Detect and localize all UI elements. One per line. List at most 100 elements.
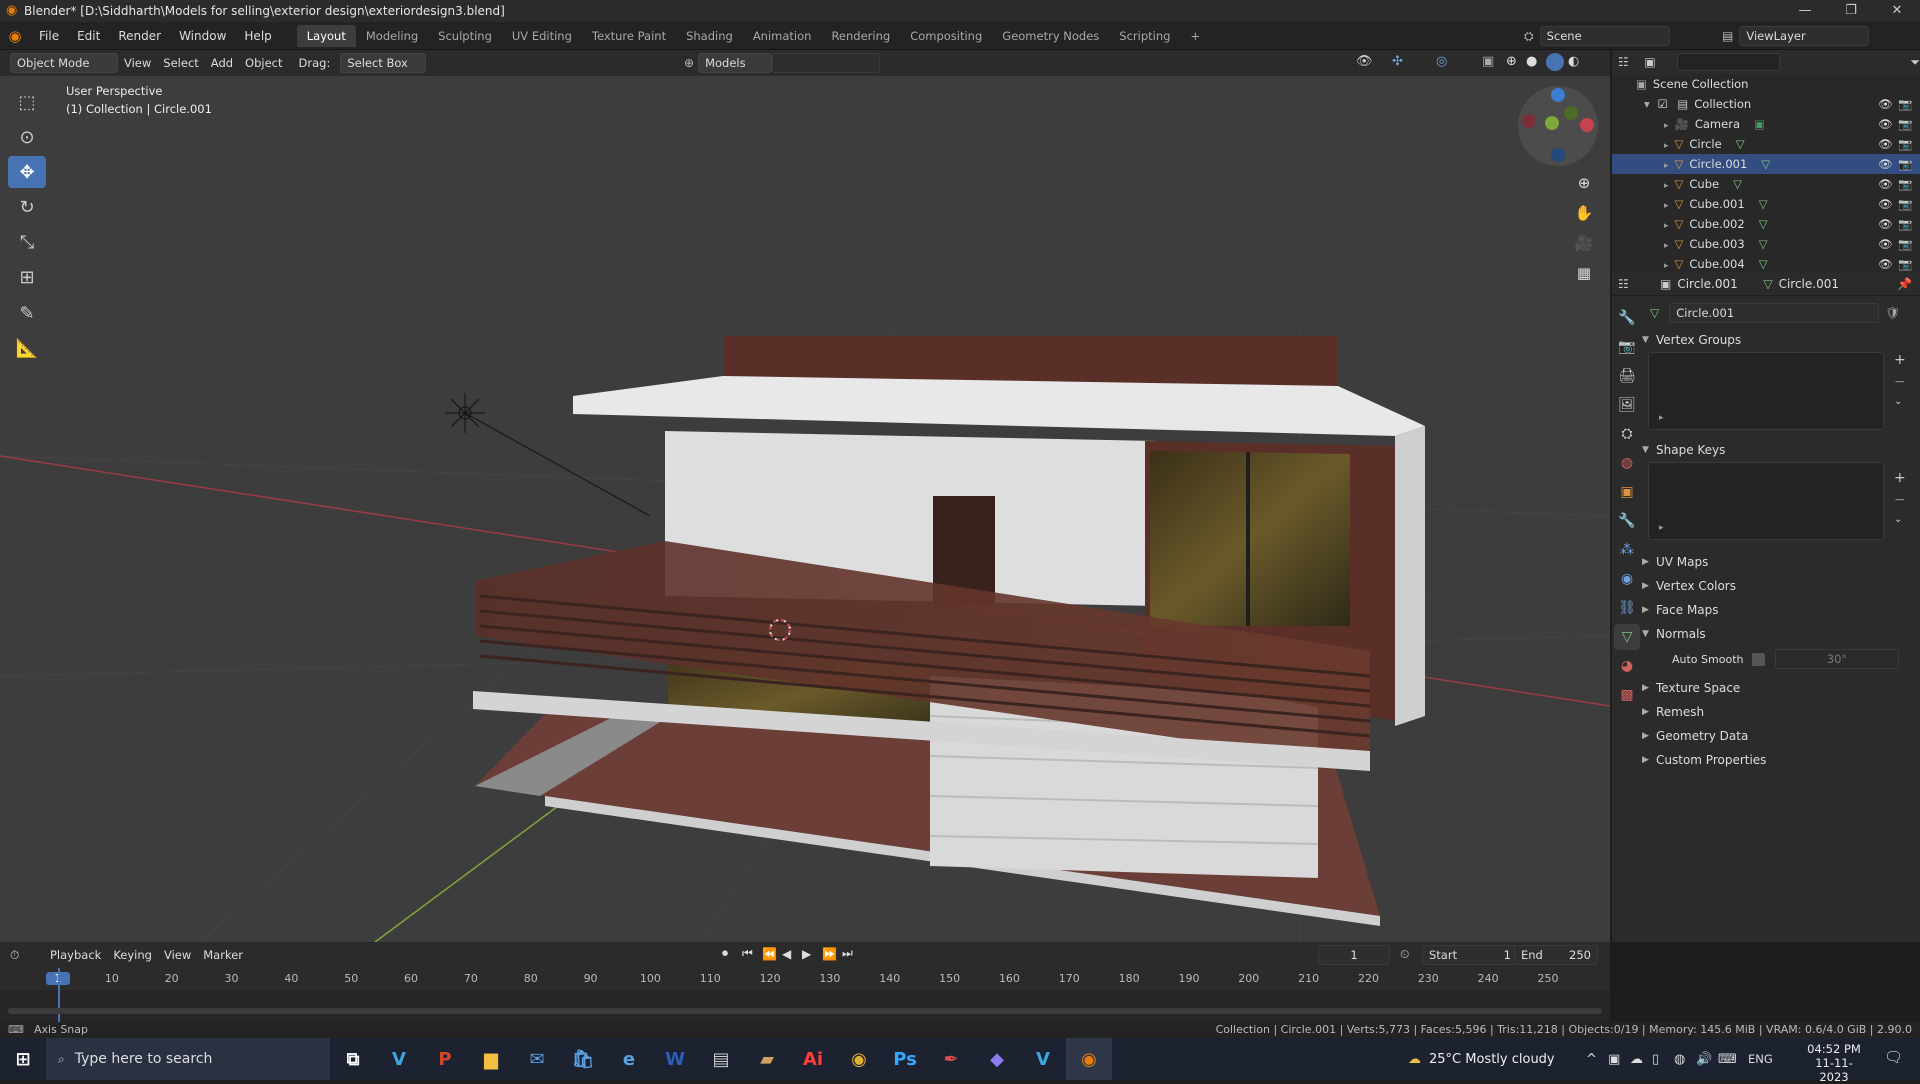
pin-icon[interactable]: 📌 xyxy=(1897,277,1912,291)
menu-edit[interactable]: Edit xyxy=(68,22,109,50)
network-icon[interactable]: ◍ xyxy=(1674,1052,1696,1067)
vertex-groups-list[interactable]: ▸ xyxy=(1648,352,1884,430)
timeline-editor-icon[interactable]: ⏱ xyxy=(10,948,44,963)
gizmo-neg-y-icon[interactable] xyxy=(1564,106,1578,120)
scene-field[interactable]: Scene xyxy=(1539,26,1670,46)
gizmo-neg-x-icon[interactable] xyxy=(1522,114,1536,128)
mesh-data-icon[interactable]: ▽ xyxy=(1733,177,1742,191)
outliner-item-camera[interactable]: ▸ 🎥 Camera ▣ 👁 📷 xyxy=(1612,114,1920,134)
close-button[interactable]: ✕ xyxy=(1874,0,1920,22)
marker-menu[interactable]: Marker xyxy=(197,945,249,965)
record-icon[interactable]: ⏺ xyxy=(722,946,742,961)
zoom-icon[interactable]: ⊕ xyxy=(1569,168,1599,198)
collection-row[interactable]: ▾ ☑ ▤ Collection 👁 📷 xyxy=(1612,94,1920,114)
pan-hand-icon[interactable]: ✋ xyxy=(1569,198,1599,228)
add-vertex-group-button[interactable]: + xyxy=(1894,352,1906,368)
windows-start-icon[interactable]: ⊞ xyxy=(0,1038,46,1080)
filter-icon[interactable]: ⏷ xyxy=(1910,55,1920,70)
expand-arrow-icon[interactable]: ▸ xyxy=(1664,261,1669,271)
eye-icon[interactable]: 👁 xyxy=(1878,194,1893,214)
list-expand-icon[interactable]: ▸ xyxy=(1659,413,1664,423)
section-texture-space[interactable]: ▶ Texture Space xyxy=(1612,676,1920,700)
render-camera-icon[interactable]: 📷 xyxy=(1898,134,1912,154)
render-camera-icon[interactable]: 📷 xyxy=(1898,254,1912,274)
tab-geometry-nodes[interactable]: Geometry Nodes xyxy=(992,25,1109,47)
gizmo-x-icon[interactable] xyxy=(1580,118,1594,132)
expand-arrow-icon[interactable]: ▸ xyxy=(1664,161,1669,171)
shape-key-menu-icon[interactable]: ⌄ xyxy=(1894,514,1902,525)
menu-render[interactable]: Render xyxy=(109,22,170,50)
onedrive-icon[interactable]: ☁ xyxy=(1630,1052,1652,1067)
scene-selector[interactable]: ⛭ Scene xyxy=(1524,26,1670,46)
tab-scripting[interactable]: Scripting xyxy=(1109,25,1180,47)
auto-smooth-checkbox[interactable] xyxy=(1752,652,1765,666)
viewlayer-selector[interactable]: ▤ ViewLayer xyxy=(1722,26,1870,46)
menu-object[interactable]: Object xyxy=(239,53,288,73)
expand-arrow-icon[interactable]: ▸ xyxy=(1664,141,1669,151)
cursor-tool-icon[interactable]: ⊙ xyxy=(8,121,46,153)
expand-arrow-icon[interactable]: ▸ xyxy=(1664,181,1669,191)
mesh-name-field[interactable]: Circle.001 xyxy=(1669,303,1880,323)
preview-range-icon[interactable]: ⏲ xyxy=(1400,947,1409,962)
tab-animation[interactable]: Animation xyxy=(743,25,822,47)
annotate-tool-icon[interactable]: ✎ xyxy=(8,297,46,329)
menu-window[interactable]: Window xyxy=(170,22,235,50)
models-selector[interactable]: ⊕ Models xyxy=(684,53,773,73)
vscode-icon-2[interactable]: V xyxy=(1020,1038,1066,1080)
render-camera-icon[interactable]: 📷 xyxy=(1898,114,1912,134)
vertex-group-menu-icon[interactable]: ⌄ xyxy=(1894,396,1902,407)
menu-view[interactable]: View xyxy=(118,53,157,73)
outliner-search-input[interactable] xyxy=(1676,53,1781,71)
viewlayer-field[interactable]: ViewLayer xyxy=(1739,26,1870,46)
vscode-icon[interactable]: V xyxy=(376,1038,422,1080)
powerpoint-icon[interactable]: P xyxy=(422,1038,468,1080)
end-frame-field[interactable]: End 250 xyxy=(1514,945,1598,965)
notifications-icon[interactable]: 🗨 xyxy=(1884,1048,1903,1066)
rotate-tool-icon[interactable]: ↻ xyxy=(8,191,46,223)
play-icon[interactable]: ▶ xyxy=(802,947,822,961)
edge-icon[interactable]: e xyxy=(606,1038,652,1080)
blender-menu-icon[interactable]: ◉ xyxy=(0,27,30,45)
mesh-data-icon[interactable]: ▽ xyxy=(1759,237,1768,251)
timeline-scrollbar[interactable] xyxy=(8,1008,1602,1014)
solid-shading-icon[interactable]: ● xyxy=(1526,54,1537,69)
rendered-shading-icon[interactable]: ◐ xyxy=(1568,54,1579,69)
checkbox-icon[interactable]: ☑ xyxy=(1657,97,1667,111)
render-camera-icon[interactable]: 📷 xyxy=(1898,214,1912,234)
section-geometry-data[interactable]: ▶ Geometry Data xyxy=(1612,724,1920,748)
task-view-icon[interactable]: ⧉ xyxy=(330,1038,376,1080)
render-camera-icon[interactable]: 📷 xyxy=(1898,94,1912,114)
tab-layout[interactable]: Layout xyxy=(296,24,356,47)
outliner-item-cube-003[interactable]: ▸ ▽ Cube.003 ▽ 👁 📷 xyxy=(1612,234,1920,254)
gizmo-z-icon[interactable] xyxy=(1551,88,1565,102)
camera-view-icon[interactable]: 🎥 xyxy=(1569,228,1599,258)
scale-tool-icon[interactable]: ⤡ xyxy=(8,226,46,258)
pen-app-icon[interactable]: ✒ xyxy=(928,1038,974,1080)
collapse-arrow-icon[interactable]: ▾ xyxy=(1644,97,1650,111)
section-uv-maps[interactable]: ▶ UV Maps xyxy=(1612,550,1920,574)
app-icon[interactable]: ◆ xyxy=(974,1038,1020,1080)
notepad-icon[interactable]: ▤ xyxy=(698,1038,744,1080)
eye-icon[interactable]: 👁 xyxy=(1878,234,1893,254)
scene-canvas[interactable] xyxy=(0,76,1610,942)
tray-app-icon[interactable]: ▣ xyxy=(1608,1052,1630,1067)
mail-icon[interactable]: ✉ xyxy=(514,1038,560,1080)
mesh-data-icon[interactable]: ▽ xyxy=(1761,157,1770,171)
menu-select[interactable]: Select xyxy=(157,53,204,73)
shape-keys-list[interactable]: ▸ xyxy=(1648,462,1884,540)
expand-arrow-icon[interactable]: ▸ xyxy=(1664,241,1669,251)
eye-icon[interactable]: 👁 xyxy=(1878,114,1893,134)
weather-widget[interactable]: ☁ 25°C Mostly cloudy xyxy=(1408,1038,1555,1080)
render-camera-icon[interactable]: 📷 xyxy=(1898,234,1912,254)
measure-tool-icon[interactable]: 📐 xyxy=(8,332,46,364)
clock[interactable]: 04:52 PM 11-11-2023 xyxy=(1802,1042,1866,1084)
eye-icon[interactable]: 👁 xyxy=(1878,134,1893,154)
section-custom-properties[interactable]: ▶ Custom Properties xyxy=(1612,748,1920,772)
section-face-maps[interactable]: ▶ Face Maps xyxy=(1612,598,1920,622)
playback-menu[interactable]: Playback xyxy=(44,945,107,965)
play-reverse-icon[interactable]: ◀ xyxy=(782,947,802,961)
section-vertex-groups[interactable]: ▼ Vertex Groups xyxy=(1612,328,1920,352)
material-shading-icon[interactable] xyxy=(1546,53,1564,71)
section-vertex-colors[interactable]: ▶ Vertex Colors xyxy=(1612,574,1920,598)
wireframe-shading-icon[interactable]: ⊕ xyxy=(1506,54,1517,69)
